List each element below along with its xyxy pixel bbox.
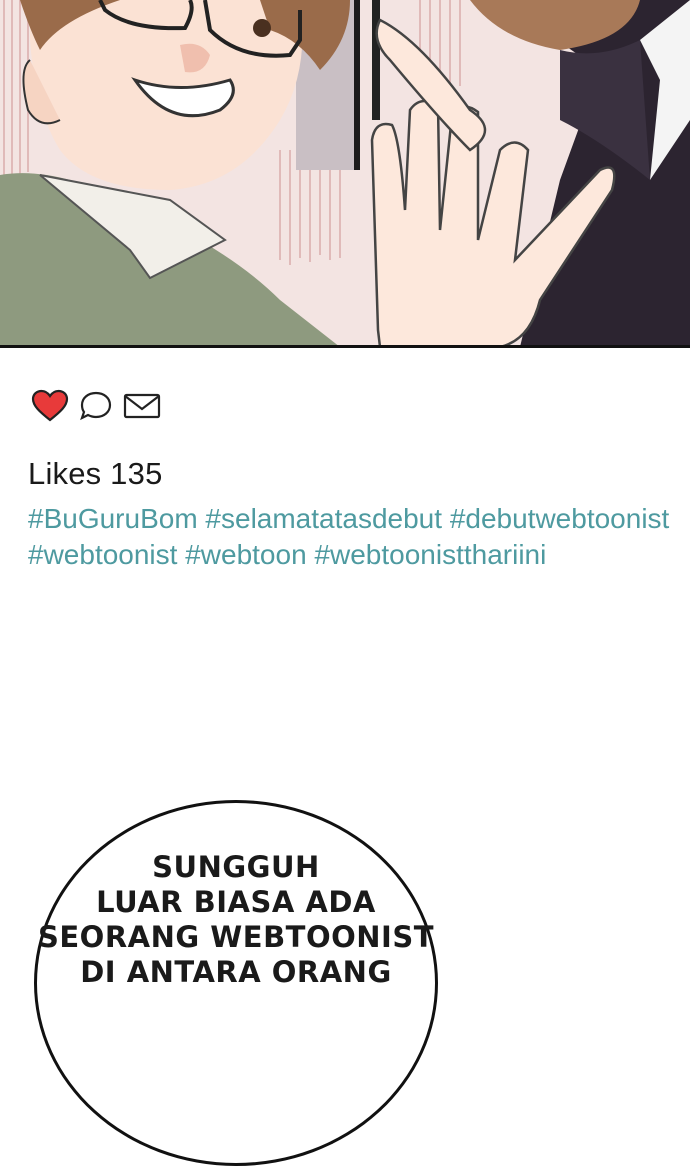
hashtag-link[interactable]: #webtoon <box>185 539 306 570</box>
hashtag-link[interactable]: #BuGuruBom <box>28 503 198 534</box>
speech-line: SUNGGUH <box>152 850 320 884</box>
hashtag-link[interactable]: #selamatatasdebut <box>205 503 442 534</box>
speech-line: DI ANTARA ORANG <box>80 955 392 989</box>
hashtag-link[interactable]: #webtoonist <box>28 539 177 570</box>
comment-icon[interactable] <box>78 389 114 427</box>
post-actions <box>30 388 162 428</box>
hashtag-link[interactable]: #webtoonistthariini <box>314 539 546 570</box>
likes-count: Likes 135 <box>28 456 163 491</box>
heart-icon[interactable] <box>30 389 70 427</box>
panel-border <box>0 345 690 348</box>
comic-panel-illustration <box>0 0 690 347</box>
speech-line: LUAR BIASA ADA <box>96 885 376 919</box>
speech-bubble-text: SUNGGUH LUAR BIASA ADA SEORANG WEBTOONIS… <box>34 850 438 990</box>
hashtags: #BuGuruBom #selamatatasdebut #debutwebto… <box>28 501 678 573</box>
speech-line: SEORANG WEBTOONIST <box>37 920 434 954</box>
hashtag-link[interactable]: #debutwebtoonist <box>450 503 670 534</box>
illustration-art <box>0 0 690 347</box>
message-icon[interactable] <box>122 389 162 427</box>
